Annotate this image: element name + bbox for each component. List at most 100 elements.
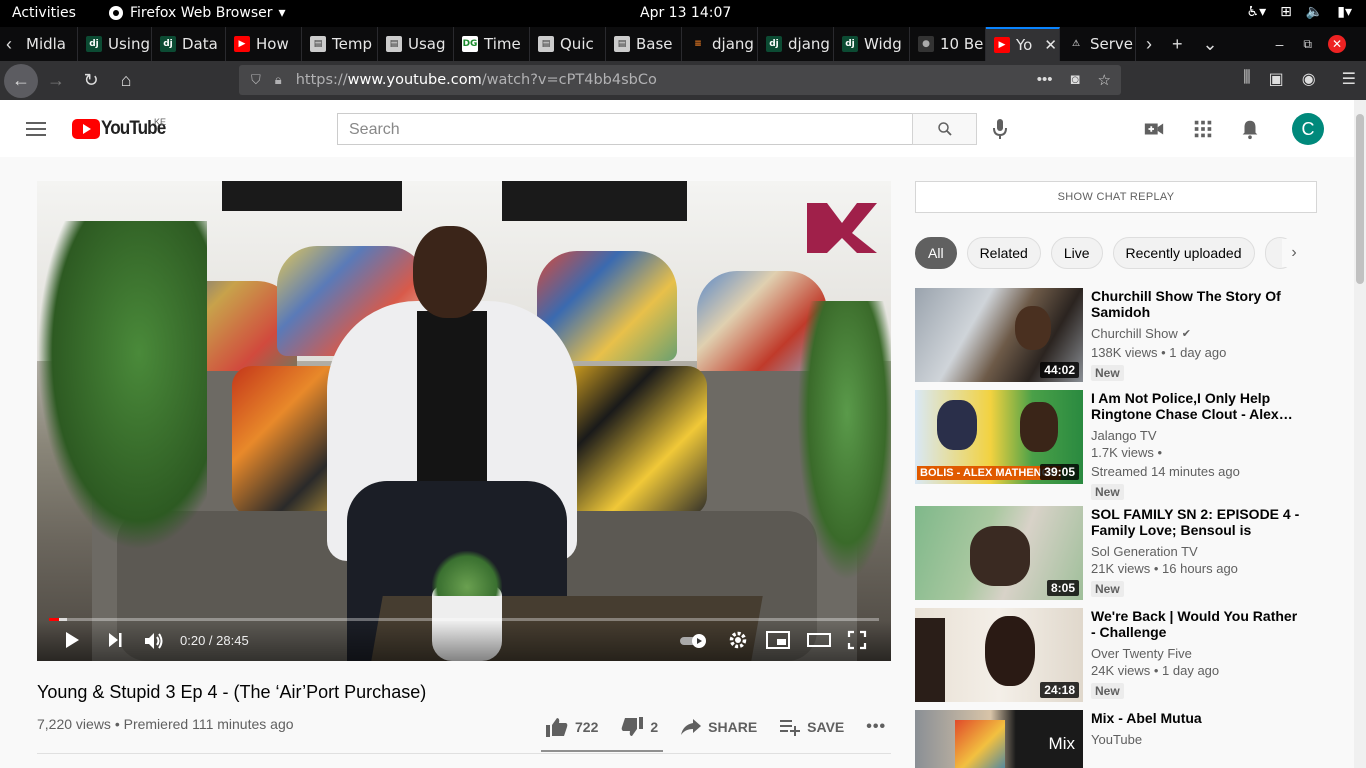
recommendation-channel[interactable]: YouTube	[1091, 732, 1301, 747]
tab-8[interactable]: ▤ Base	[606, 27, 682, 61]
tab-14[interactable]: ⚠ Serve	[1060, 27, 1136, 61]
save-button[interactable]: SAVE	[779, 717, 844, 737]
more-actions-icon[interactable]: •••	[866, 718, 886, 736]
bookmark-star-icon[interactable]: ☆	[1098, 71, 1111, 89]
battery-icon[interactable]: ▮▾	[1337, 4, 1352, 20]
miniplayer-icon[interactable]	[766, 630, 790, 650]
tab-label: Base	[636, 35, 673, 53]
volume-icon[interactable]	[143, 630, 165, 652]
home-button[interactable]: ⌂	[109, 64, 143, 98]
shield-icon[interactable]: ⛉	[251, 72, 261, 88]
tab-scroll-right-icon[interactable]: ›	[1136, 34, 1162, 55]
tab-4[interactable]: ▤ Temp	[302, 27, 378, 61]
tab-12[interactable]: ● 10 Be	[910, 27, 986, 61]
youtube-logo[interactable]: YouTube KE	[72, 117, 172, 140]
chip-recently-uploaded[interactable]: Recently uploaded	[1112, 237, 1255, 269]
recommendation-item[interactable]: 8:05 SOL FAMILY SN 2: EPISODE 4 - Family…	[915, 506, 1317, 600]
tab-1[interactable]: dj Using	[78, 27, 152, 61]
tab-6[interactable]: DG Time	[454, 27, 530, 61]
system-tray[interactable]: ♿▾ ⊞ 🔈 ▮▾	[1247, 4, 1352, 20]
chevron-right-icon[interactable]: ›	[1282, 239, 1306, 267]
notifications-bell-icon[interactable]	[1239, 118, 1261, 140]
url-text[interactable]: https://www.youtube.com/watch?v=cPT4bb4s…	[296, 72, 657, 88]
fullscreen-icon[interactable]	[847, 630, 867, 650]
maximize-window-icon[interactable]: ⧉	[1293, 37, 1322, 52]
recommendation-item[interactable]: Mix Mix - Abel Mutua YouTube	[915, 710, 1317, 768]
recommendation-title[interactable]: SOL FAMILY SN 2: EPISODE 4 - Family Love…	[1091, 506, 1301, 538]
page-scrollbar[interactable]	[1354, 100, 1366, 768]
activities-button[interactable]: Activities	[12, 5, 76, 21]
voice-search-button[interactable]	[990, 117, 1010, 146]
theater-mode-icon[interactable]	[807, 630, 831, 650]
url-bar[interactable]: ⛉ 🔒︎ https://www.youtube.com/watch?v=cPT…	[239, 65, 1121, 95]
forward-button[interactable]: →	[39, 64, 73, 98]
tab-scroll-left-icon[interactable]: ‹	[0, 34, 18, 55]
search-input[interactable]: Search	[337, 113, 913, 145]
recommendation-item[interactable]: BOLIS - ALEX MATHENGE 39:05 I Am Not Pol…	[915, 390, 1317, 500]
settings-gear-icon[interactable]	[728, 630, 748, 650]
reload-button[interactable]: ↻	[74, 64, 108, 98]
recommendation-title[interactable]: We're Back | Would You Rather - Challeng…	[1091, 608, 1301, 640]
show-chat-replay-button[interactable]: SHOW CHAT REPLAY	[915, 181, 1317, 213]
tab-list-chevron-icon[interactable]: ⌄	[1193, 34, 1228, 55]
app-menu[interactable]: Firefox Web Browser ▾	[108, 5, 286, 21]
recommendation-channel[interactable]: Sol Generation TV	[1091, 544, 1301, 559]
dislike-button[interactable]: 2	[620, 716, 658, 738]
recommendation-title[interactable]: Mix - Abel Mutua	[1091, 710, 1301, 726]
volume-icon[interactable]: 🔈	[1306, 4, 1323, 20]
video-player[interactable]: 0:20 / 28:45	[37, 181, 891, 661]
accessibility-icon[interactable]: ♿▾	[1247, 4, 1267, 20]
video-thumbnail[interactable]: 8:05	[915, 506, 1083, 600]
tab-10[interactable]: dj djang	[758, 27, 834, 61]
scrollbar-thumb[interactable]	[1356, 114, 1364, 284]
play-icon[interactable]	[64, 630, 80, 650]
video-frame-pillow	[557, 366, 707, 516]
apps-grid-icon[interactable]	[1192, 118, 1214, 140]
chip-live[interactable]: Live	[1050, 237, 1103, 269]
pocket-icon[interactable]: ◙	[1070, 71, 1079, 89]
video-thumbnail[interactable]: Mix	[915, 710, 1083, 768]
tab-9[interactable]: ≡ djang	[682, 27, 758, 61]
next-video-icon[interactable]	[107, 630, 123, 650]
tab-2[interactable]: dj Data	[152, 27, 226, 61]
new-tab-icon[interactable]: +	[1162, 34, 1193, 55]
guide-menu-icon[interactable]	[26, 122, 46, 140]
recommendation-title[interactable]: I Am Not Police,I Only Help Ringtone Cha…	[1091, 390, 1301, 422]
autoplay-toggle-icon[interactable]	[679, 633, 709, 649]
tab-3[interactable]: ▶ How	[226, 27, 302, 61]
search-button[interactable]	[912, 113, 977, 145]
video-thumbnail[interactable]: BOLIS - ALEX MATHENGE 39:05	[915, 390, 1083, 484]
recommendation-channel[interactable]: Jalango TV	[1091, 428, 1301, 443]
close-tab-icon[interactable]: ✕	[1044, 36, 1057, 54]
tab-7[interactable]: ▤ Quic	[530, 27, 606, 61]
back-button[interactable]: ←	[4, 63, 38, 98]
account-avatar[interactable]: C	[1292, 113, 1324, 145]
page-actions-icon[interactable]: •••	[1037, 71, 1053, 89]
minimize-window-icon[interactable]: –	[1266, 36, 1294, 52]
chip-all[interactable]: All	[915, 237, 957, 269]
tab-5[interactable]: ▤ Usag	[378, 27, 454, 61]
clock[interactable]: Apr 13 14:07	[640, 5, 731, 21]
account-icon[interactable]: ◉	[1302, 69, 1316, 89]
share-button[interactable]: SHARE	[680, 717, 757, 737]
library-icon[interactable]: ⫼	[1243, 69, 1250, 89]
lock-icon[interactable]: 🔒︎	[275, 72, 282, 88]
recommendation-item[interactable]: 44:02 Churchill Show The Story Of Samido…	[915, 288, 1317, 382]
recommendation-title[interactable]: Churchill Show The Story Of Samidoh	[1091, 288, 1301, 320]
chip-related[interactable]: Related	[966, 237, 1041, 269]
close-window-icon[interactable]: ✕	[1327, 35, 1346, 53]
create-video-icon[interactable]	[1143, 118, 1165, 140]
tab-label: Quic	[560, 35, 594, 53]
recommendation-channel[interactable]: Churchill Show ✔	[1091, 326, 1301, 341]
tab-11[interactable]: dj Widg	[834, 27, 910, 61]
tab-13-active[interactable]: ▶ Yo ✕	[986, 27, 1060, 61]
video-thumbnail[interactable]: 24:18	[915, 608, 1083, 702]
video-thumbnail[interactable]: 44:02	[915, 288, 1083, 382]
recommendation-item[interactable]: 24:18 We're Back | Would You Rather - Ch…	[915, 608, 1317, 702]
network-icon[interactable]: ⊞	[1280, 4, 1292, 20]
tab-0[interactable]: Midla	[18, 27, 78, 61]
menu-icon[interactable]: ☰	[1342, 69, 1356, 89]
like-button[interactable]: 722	[545, 716, 598, 738]
sidebar-icon[interactable]: ▣	[1269, 69, 1284, 89]
recommendation-channel[interactable]: Over Twenty Five	[1091, 646, 1301, 661]
